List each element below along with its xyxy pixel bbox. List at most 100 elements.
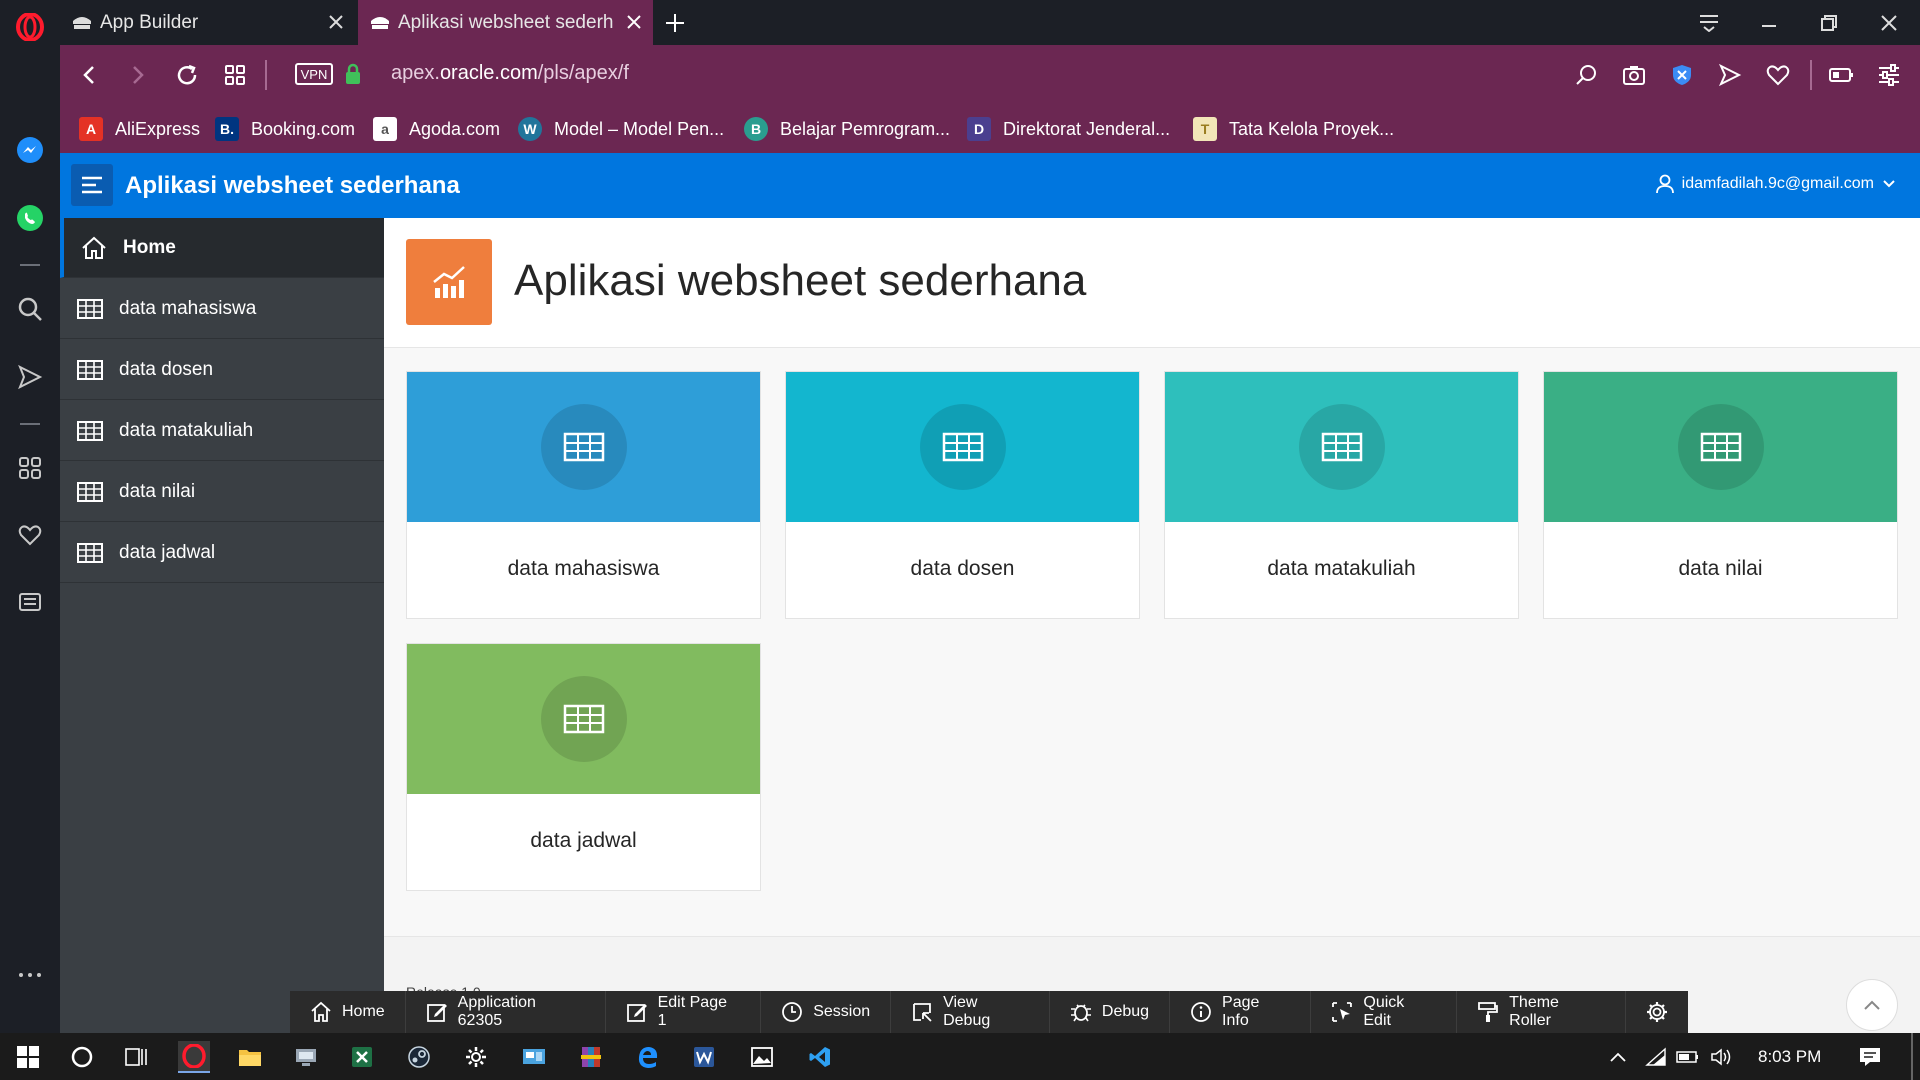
user-menu[interactable]: idamfadilah.9c@gmail.com	[1655, 174, 1896, 194]
hero-region: Aplikasi websheet sederhana	[384, 218, 1920, 348]
search-page-icon[interactable]	[1571, 60, 1601, 90]
excel-icon[interactable]	[346, 1041, 378, 1073]
control-panel-icon[interactable]	[518, 1041, 550, 1073]
windows-start-icon[interactable]	[12, 1041, 44, 1073]
nav-item-data-mahasiswa[interactable]: data mahasiswa	[60, 279, 384, 339]
nav-toggle-button[interactable]	[71, 164, 113, 206]
scroll-to-top-button[interactable]	[1846, 979, 1898, 1031]
dev-view-debug-button[interactable]: View Debug	[891, 991, 1050, 1033]
table-icon	[563, 704, 604, 734]
nav-label: data nilai	[119, 481, 196, 502]
show-desktop-divider[interactable]	[1911, 1033, 1913, 1080]
nav-item-data-dosen[interactable]: data dosen	[60, 340, 384, 400]
bookmark-label: Model – Model Pen...	[554, 118, 725, 139]
notifications-icon[interactable]	[1854, 1041, 1886, 1073]
nav-item-data-matakuliah[interactable]: data matakuliah	[60, 401, 384, 461]
dev-session-button[interactable]: Session	[761, 991, 892, 1033]
settings-gear-icon[interactable]	[460, 1041, 492, 1073]
dev-quick-edit-button[interactable]: Quick Edit	[1311, 991, 1458, 1033]
nav-item-home[interactable]: Home	[60, 218, 384, 278]
snapshot-camera-icon[interactable]	[1619, 60, 1649, 90]
gear-icon	[1647, 1002, 1667, 1022]
flow-send-icon[interactable]	[15, 362, 45, 392]
task-view-icon[interactable]	[120, 1041, 152, 1073]
dev-application-button[interactable]: Application 62305	[406, 991, 606, 1033]
back-icon[interactable]	[75, 60, 105, 90]
dev-settings-button[interactable]	[1626, 991, 1688, 1033]
restore-icon[interactable]	[1800, 0, 1858, 45]
card-data-nilai[interactable]: data nilai	[1543, 371, 1898, 619]
network-app-icon[interactable]	[290, 1041, 322, 1073]
file-explorer-icon[interactable]	[234, 1041, 266, 1073]
close-tab-icon[interactable]	[623, 11, 645, 33]
app-chart-icon	[406, 239, 492, 325]
nav-item-data-jadwal[interactable]: data jadwal	[60, 523, 384, 583]
tab-menu-icon[interactable]	[1680, 0, 1738, 45]
close-window-icon[interactable]	[1860, 0, 1918, 45]
volume-icon[interactable]	[1706, 1041, 1738, 1073]
word-icon[interactable]	[688, 1041, 720, 1073]
new-tab-plus-icon[interactable]	[660, 8, 690, 38]
bookmark-agoda[interactable]: a Agoda.com	[373, 115, 500, 143]
cortana-search-icon[interactable]	[66, 1041, 98, 1073]
card-data-matakuliah[interactable]: data matakuliah	[1164, 371, 1519, 619]
card-data-dosen[interactable]: data dosen	[785, 371, 1140, 619]
clock-icon	[782, 1002, 803, 1022]
edit-app-icon	[426, 1004, 447, 1022]
heart-icon[interactable]	[1763, 60, 1793, 90]
more-icon[interactable]	[15, 960, 45, 990]
easy-setup-icon[interactable]	[1874, 60, 1904, 90]
bookmark-booking[interactable]: B. Booking.com	[215, 115, 355, 143]
whatsapp-icon[interactable]	[15, 203, 45, 233]
minimize-icon[interactable]	[1740, 0, 1798, 45]
search-icon[interactable]	[15, 294, 45, 324]
bookmark-direktorat[interactable]: D Direktorat Jenderal...	[967, 115, 1170, 143]
photos-icon[interactable]	[746, 1041, 778, 1073]
edit-page-icon	[626, 1004, 647, 1022]
close-tab-icon[interactable]	[325, 11, 347, 33]
booking-icon: B.	[215, 117, 239, 141]
tab-aplikasi-websheet[interactable]: Aplikasi websheet sederhar	[358, 0, 653, 45]
vpn-badge[interactable]: VPN	[295, 63, 333, 85]
url-field[interactable]: apex.oracle.com/pls/apex/f	[391, 62, 629, 85]
edge-icon[interactable]	[632, 1041, 664, 1073]
card-banner	[407, 372, 760, 522]
nav-item-data-nilai[interactable]: data nilai	[60, 462, 384, 522]
send-flow-icon[interactable]	[1715, 60, 1745, 90]
opera-sidebar	[0, 0, 60, 1033]
adblock-shield-icon[interactable]	[1667, 60, 1697, 90]
messenger-icon[interactable]	[15, 135, 45, 165]
bookmark-model-pen[interactable]: W Model – Model Pen...	[518, 115, 724, 143]
dev-theme-roller-button[interactable]: Theme Roller	[1457, 991, 1626, 1033]
vscode-icon[interactable]	[804, 1041, 836, 1073]
opera-logo-icon[interactable]	[15, 12, 45, 42]
news-icon[interactable]	[15, 587, 45, 617]
winrar-icon[interactable]	[575, 1041, 607, 1073]
reload-icon[interactable]	[172, 60, 202, 90]
tab-app-builder[interactable]: App Builder	[60, 0, 355, 45]
bookmark-label: Belajar Pemrogram...	[780, 118, 951, 139]
opera-taskbar-icon[interactable]	[178, 1041, 210, 1073]
speed-dial-icon[interactable]	[220, 60, 250, 90]
dev-page-info-button[interactable]: Page Info	[1170, 991, 1312, 1033]
taskbar-clock[interactable]: 8:03 PM	[1758, 1047, 1821, 1067]
heart-bookmarks-icon[interactable]	[15, 520, 45, 550]
speed-dial-icon[interactable]	[15, 453, 45, 483]
battery-icon[interactable]	[1672, 1041, 1704, 1073]
forward-icon[interactable]	[122, 60, 152, 90]
bookmark-aliexpress[interactable]: A AliExpress	[79, 115, 200, 143]
tray-chevron-up-icon[interactable]	[1602, 1041, 1634, 1073]
card-data-jadwal[interactable]: data jadwal	[406, 643, 761, 891]
battery-saver-icon[interactable]	[1826, 60, 1856, 90]
wifi-icon[interactable]	[1640, 1041, 1672, 1073]
lock-icon[interactable]	[345, 63, 361, 85]
bookmark-belajar[interactable]: B Belajar Pemrogram...	[744, 115, 950, 143]
steam-icon[interactable]	[403, 1041, 435, 1073]
card-data-mahasiswa[interactable]: data mahasiswa	[406, 371, 761, 619]
nav-label: data mahasiswa	[119, 298, 257, 319]
bookmark-tata-kelola[interactable]: T Tata Kelola Proyek...	[1193, 115, 1394, 143]
dev-home-button[interactable]: Home	[290, 991, 406, 1033]
app-title[interactable]: Aplikasi websheet sederhana	[125, 172, 460, 200]
dev-debug-button[interactable]: Debug	[1050, 991, 1171, 1033]
dev-edit-page-button[interactable]: Edit Page 1	[606, 991, 762, 1033]
